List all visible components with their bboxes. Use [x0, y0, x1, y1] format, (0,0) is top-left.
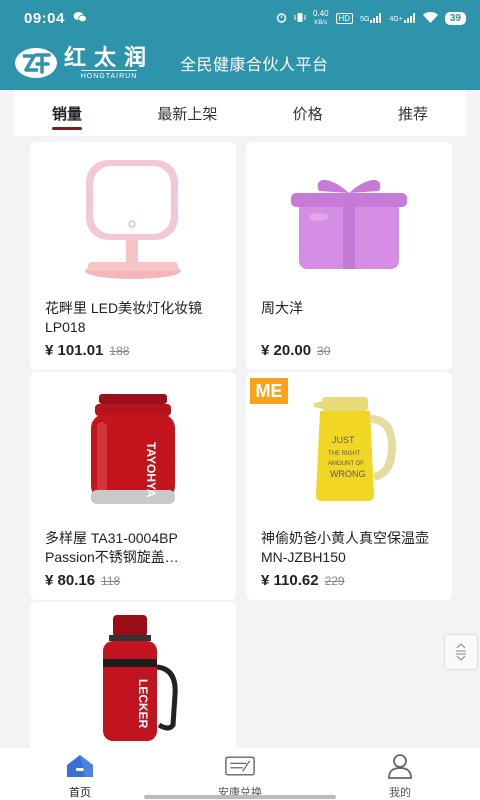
network-speed: 0.40 KB/s: [312, 8, 329, 27]
product-image-pink-mirror: [30, 142, 236, 292]
signal-2-label: 4G+: [389, 16, 403, 23]
product-card[interactable]: 花畔里 LED美妆灯化妆镜 LP018 ¥ 101.01 188: [30, 142, 236, 370]
product-title: 多样屋 TA31-0004BP Passion不锈钢旋盖…: [45, 530, 179, 565]
tab-newest[interactable]: 最新上架: [157, 95, 217, 132]
hd-badge: HD: [335, 12, 354, 24]
tab-sales[interactable]: 销量: [52, 95, 83, 132]
network-speed-value: 0.40: [312, 8, 329, 18]
product-image-red-thermos: LECKER: [30, 602, 236, 748]
nav-profile[interactable]: 我的: [340, 752, 460, 800]
signal-icon-1: 5G: [360, 13, 382, 23]
logo-wordmark: 红太润 HONGTAIRUN: [64, 46, 154, 81]
product-prices: ¥ 101.01 188: [45, 342, 129, 359]
product-prices: ¥ 110.62 229: [261, 572, 345, 589]
bottom-nav: 首页 安康兑换 我的: [0, 748, 480, 800]
nav-profile-label: 我的: [389, 787, 411, 799]
svg-text:WRONG: WRONG: [330, 469, 366, 479]
product-price: ¥ 20.00: [261, 342, 312, 359]
product-card[interactable]: TAYOHYA 多样屋 TA31-0004BP Passion不锈钢旋盖… ¥ …: [30, 372, 236, 600]
status-time: 09:04: [24, 9, 65, 27]
product-grid: 花畔里 LED美妆灯化妆镜 LP018 ¥ 101.01 188 周大洋 ¥ 2…: [0, 136, 480, 748]
tab-recommended[interactable]: 推荐: [398, 95, 428, 132]
scroll-toggle-button[interactable]: [444, 634, 478, 670]
app-header: 红太润 HONGTAIRUN 全民健康合伙人平台: [0, 36, 480, 90]
product-original-price: 30: [317, 344, 331, 358]
home-indicator[interactable]: [144, 795, 336, 799]
status-bar: 09:04 0.40 KB/s HD 5G 4G+ 39: [0, 0, 480, 36]
product-price: ¥ 80.16: [45, 572, 96, 589]
sort-tabs: 销量 最新上架 价格 推荐: [14, 90, 466, 136]
product-prices: ¥ 80.16 118: [45, 572, 120, 589]
ticket-icon: [225, 752, 255, 780]
product-original-price: 188: [109, 344, 130, 358]
product-title: 神偷奶爸小黄人真空保温壶 MN-JZBH150: [261, 530, 429, 565]
product-image-yellow-kettle: ME JUST THE RIGHT AMOUNT OF WRONG: [246, 372, 452, 522]
product-card[interactable]: LECKER: [30, 602, 236, 748]
battery-indicator: 39: [444, 11, 466, 25]
wechat-icon: [73, 11, 87, 26]
product-card[interactable]: 周大洋 ¥ 20.00 30: [246, 142, 452, 370]
signal-icon-2: 4G+: [389, 13, 415, 23]
product-original-price: 118: [101, 574, 121, 588]
thermos-brand-text: LECKER: [136, 679, 150, 729]
svg-text:THE RIGHT: THE RIGHT: [328, 451, 361, 457]
header-slogan: 全民健康合伙人平台: [180, 57, 329, 74]
product-price: ¥ 101.01: [45, 342, 104, 359]
status-icons: 0.40 KB/s HD 5G 4G+ 39: [276, 8, 466, 27]
product-original-price: 229: [324, 574, 345, 588]
signal-1-label: 5G: [360, 16, 370, 23]
svg-text:JUST: JUST: [332, 435, 355, 445]
product-title: 花畔里 LED美妆灯化妆镜 LP018: [45, 300, 203, 335]
product-image-red-food-jar: TAYOHYA: [30, 372, 236, 522]
logo-english: HONGTAIRUN: [80, 69, 138, 81]
home-icon: [65, 752, 95, 780]
product-prices: ¥ 20.00 30: [261, 342, 330, 359]
logo-chinese: 红太润: [64, 44, 155, 71]
vibrate-icon: [294, 12, 306, 25]
product-title: 周大洋: [261, 300, 303, 316]
brand-logo: ME: [250, 378, 288, 404]
wifi-icon: [422, 11, 438, 25]
person-icon: [385, 752, 415, 780]
product-card[interactable]: ME JUST THE RIGHT AMOUNT OF WRONG 神偷奶爸小黄…: [246, 372, 452, 600]
scroll-arrows-icon: [456, 643, 466, 661]
product-price: ¥ 110.62: [261, 572, 319, 589]
product-image-purple-gift: [246, 142, 452, 292]
network-speed-unit: KB/s: [314, 19, 328, 26]
svg-text:AMOUNT OF: AMOUNT OF: [328, 461, 364, 467]
logo-icon: [14, 46, 58, 80]
svg-text:TAYOHYA: TAYOHYA: [144, 442, 158, 498]
nav-home-label: 首页: [69, 787, 91, 799]
tab-price[interactable]: 价格: [293, 95, 323, 132]
alarm-icon: [276, 12, 287, 25]
nav-exchange[interactable]: 安康兑换: [180, 752, 300, 800]
nav-home[interactable]: 首页: [20, 752, 140, 800]
